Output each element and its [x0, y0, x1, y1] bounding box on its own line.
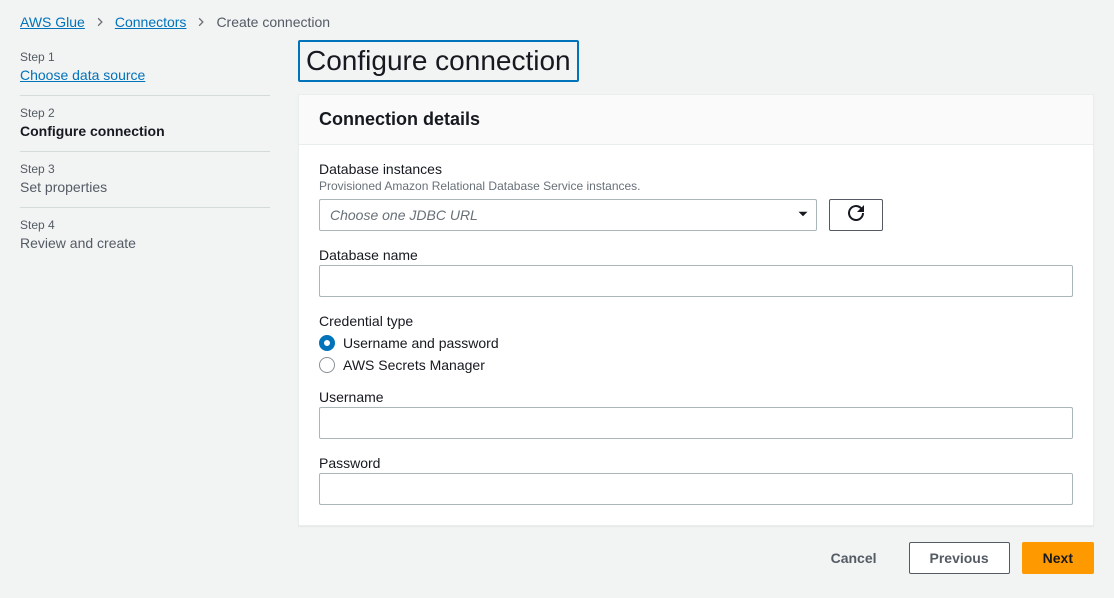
wizard-actions: Cancel Previous Next [298, 526, 1094, 590]
field-label: Username [319, 389, 1073, 405]
refresh-icon [848, 205, 864, 224]
breadcrumb: AWS Glue Connectors Create connection [0, 0, 1114, 40]
radio-username-password[interactable]: Username and password [319, 335, 1073, 351]
main-content: Configure connection Connection details … [298, 40, 1094, 590]
field-label: Password [319, 455, 1073, 471]
username-input[interactable] [319, 407, 1073, 439]
connection-details-panel: Connection details Database instances Pr… [298, 94, 1094, 526]
breadcrumb-parent-link[interactable]: Connectors [115, 14, 187, 30]
step-label: Step 2 [20, 106, 270, 120]
password-input[interactable] [319, 473, 1073, 505]
step-4: Step 4 Review and create [20, 208, 270, 263]
step-title: Configure connection [20, 123, 270, 139]
field-label: Database instances [319, 161, 1073, 177]
database-instances-select[interactable]: Choose one JDBC URL [319, 199, 817, 231]
chevron-right-icon [95, 14, 105, 30]
next-button[interactable]: Next [1022, 542, 1094, 574]
step-title: Review and create [20, 235, 270, 251]
radio-label: AWS Secrets Manager [343, 357, 485, 373]
field-label: Credential type [319, 313, 1073, 329]
panel-header: Connection details [299, 95, 1093, 145]
field-database-name: Database name [319, 247, 1073, 297]
database-name-input[interactable] [319, 265, 1073, 297]
radio-icon [319, 357, 335, 373]
step-3: Step 3 Set properties [20, 152, 270, 208]
field-label: Database name [319, 247, 1073, 263]
previous-button[interactable]: Previous [909, 542, 1010, 574]
select-placeholder[interactable]: Choose one JDBC URL [319, 199, 817, 231]
step-1[interactable]: Step 1 Choose data source [20, 40, 270, 96]
panel-body: Database instances Provisioned Amazon Re… [299, 145, 1093, 525]
field-description: Provisioned Amazon Relational Database S… [319, 179, 1073, 193]
chevron-right-icon [196, 14, 206, 30]
radio-aws-secrets-manager[interactable]: AWS Secrets Manager [319, 357, 1073, 373]
step-2: Step 2 Configure connection [20, 96, 270, 152]
step-title[interactable]: Choose data source [20, 67, 270, 83]
breadcrumb-root-link[interactable]: AWS Glue [20, 14, 85, 30]
radio-icon [319, 335, 335, 351]
field-credential-type: Credential type Username and password AW… [319, 313, 1073, 373]
breadcrumb-current: Create connection [216, 14, 330, 30]
field-password: Password [319, 455, 1073, 505]
step-label: Step 4 [20, 218, 270, 232]
radio-label: Username and password [343, 335, 499, 351]
step-label: Step 3 [20, 162, 270, 176]
wizard-steps: Step 1 Choose data source Step 2 Configu… [20, 40, 270, 590]
field-username: Username [319, 389, 1073, 439]
page-title: Configure connection [298, 40, 579, 82]
refresh-button[interactable] [829, 199, 883, 231]
field-database-instances: Database instances Provisioned Amazon Re… [319, 161, 1073, 231]
step-title: Set properties [20, 179, 270, 195]
step-label: Step 1 [20, 50, 270, 64]
cancel-button[interactable]: Cancel [811, 542, 897, 574]
